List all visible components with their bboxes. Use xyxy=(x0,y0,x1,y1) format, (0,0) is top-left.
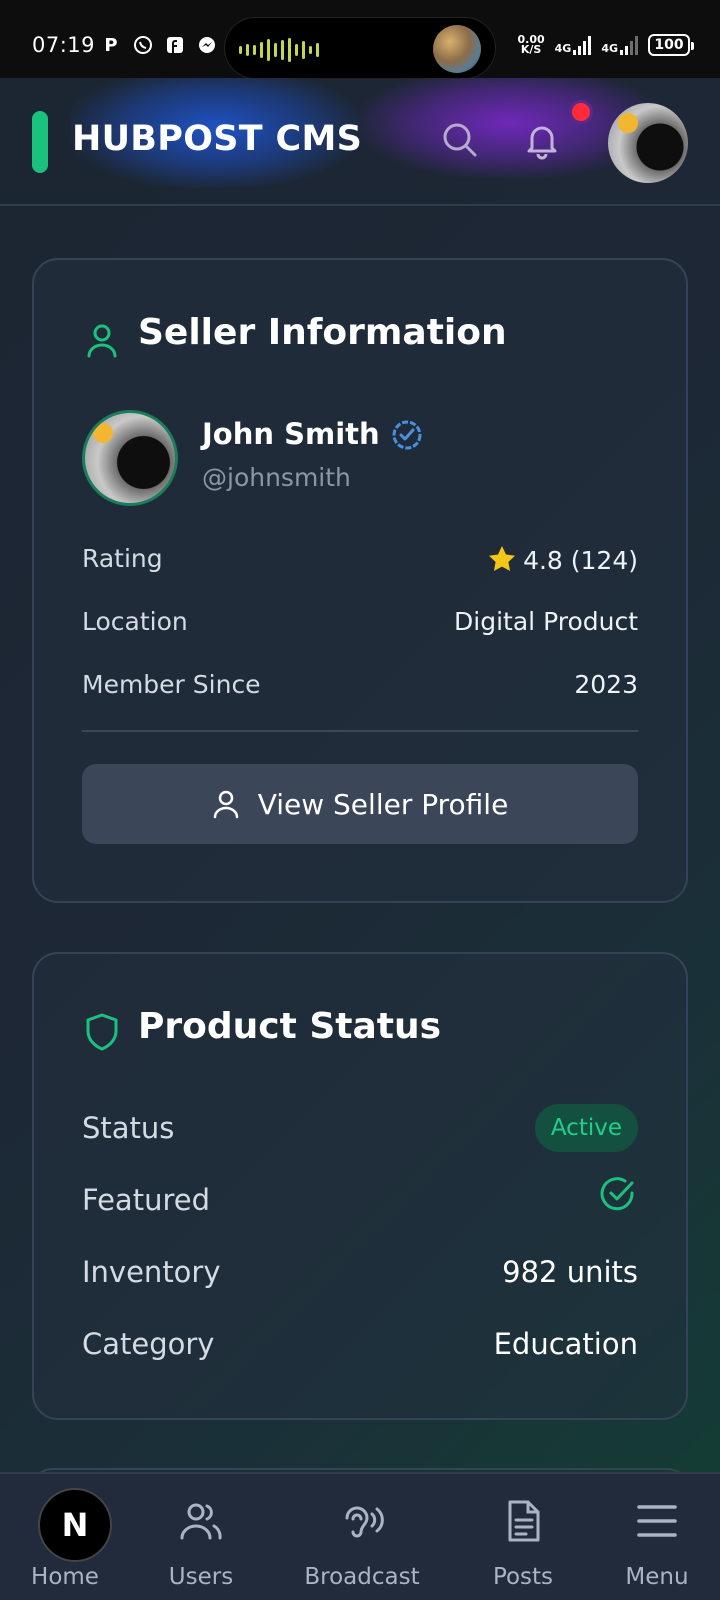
user-icon xyxy=(87,324,117,358)
battery-icon: 100 xyxy=(648,34,694,56)
seller-information-card: Seller Information John Smith @johnsmith… xyxy=(32,258,688,903)
media-album-art xyxy=(433,25,481,73)
nav-users[interactable]: Users xyxy=(150,1474,252,1600)
location-value: Digital Product xyxy=(454,607,638,636)
whatsapp-icon xyxy=(132,34,154,56)
nav-broadcast[interactable]: Broadcast xyxy=(292,1474,432,1600)
member-since-label: Member Since xyxy=(82,670,261,699)
nav-posts[interactable]: Posts xyxy=(472,1474,574,1600)
signal-sim1-icon: 4G xyxy=(555,35,592,55)
product-status-card: Product Status Status Active Featured In… xyxy=(32,952,688,1420)
location-label: Location xyxy=(82,607,188,636)
brand-accent-bar xyxy=(32,111,48,173)
status-time: 07:19 xyxy=(32,33,96,57)
nav-menu[interactable]: Menu xyxy=(606,1474,708,1600)
signal-sim2-icon: 4G xyxy=(601,35,638,55)
seller-handle: @johnsmith xyxy=(202,463,351,492)
featured-label: Featured xyxy=(82,1183,210,1217)
emoji-sticker-icon xyxy=(618,113,638,133)
seller-card-title: Seller Information xyxy=(138,312,507,353)
network-speed: 0.00 K/S xyxy=(517,33,545,56)
shield-icon xyxy=(86,1013,118,1051)
dynamic-island xyxy=(224,17,496,79)
users-icon xyxy=(180,1503,222,1540)
status-label: Status xyxy=(82,1111,175,1145)
notification-icons: P xyxy=(100,34,218,56)
view-seller-profile-button[interactable]: View Seller Profile xyxy=(82,764,638,844)
emoji-sticker-icon xyxy=(93,423,113,443)
system-status-bar: 07:19 P 0.00 K/S 4G 4G 100 xyxy=(0,0,720,79)
status-card-title: Product Status xyxy=(138,1006,442,1047)
facebook-icon xyxy=(164,34,186,56)
messenger-icon xyxy=(196,34,218,56)
category-label: Category xyxy=(82,1327,215,1361)
search-icon[interactable] xyxy=(440,120,480,160)
hamburger-menu-icon xyxy=(637,1505,677,1537)
star-icon xyxy=(489,546,516,571)
check-circle-icon xyxy=(600,1177,634,1211)
app-title: HUBPOST CMS xyxy=(72,119,363,159)
seller-name: John Smith xyxy=(202,417,380,451)
rating-label: Rating xyxy=(82,544,163,573)
category-value: Education xyxy=(493,1327,638,1361)
member-since-value: 2023 xyxy=(574,670,638,699)
rating-value: 4.8 (124) xyxy=(487,544,638,575)
user-avatar[interactable] xyxy=(608,103,688,183)
seller-avatar[interactable] xyxy=(82,410,178,506)
divider xyxy=(82,730,638,732)
inventory-value: 982 units xyxy=(502,1255,638,1289)
verified-badge-icon xyxy=(392,420,422,450)
audio-waveform-icon xyxy=(239,38,319,62)
notification-dot xyxy=(569,100,593,124)
nextjs-dev-button[interactable]: N xyxy=(38,1488,112,1562)
user-icon xyxy=(213,790,238,819)
p-app-icon: P xyxy=(104,34,118,56)
document-icon xyxy=(508,1500,540,1542)
broadcast-icon xyxy=(345,1506,384,1538)
bell-icon[interactable] xyxy=(522,120,562,160)
status-badge: Active xyxy=(534,1104,638,1152)
inventory-label: Inventory xyxy=(82,1255,221,1289)
status-indicators: 0.00 K/S 4G 4G 100 xyxy=(517,33,694,56)
view-seller-profile-label: View Seller Profile xyxy=(257,787,509,821)
